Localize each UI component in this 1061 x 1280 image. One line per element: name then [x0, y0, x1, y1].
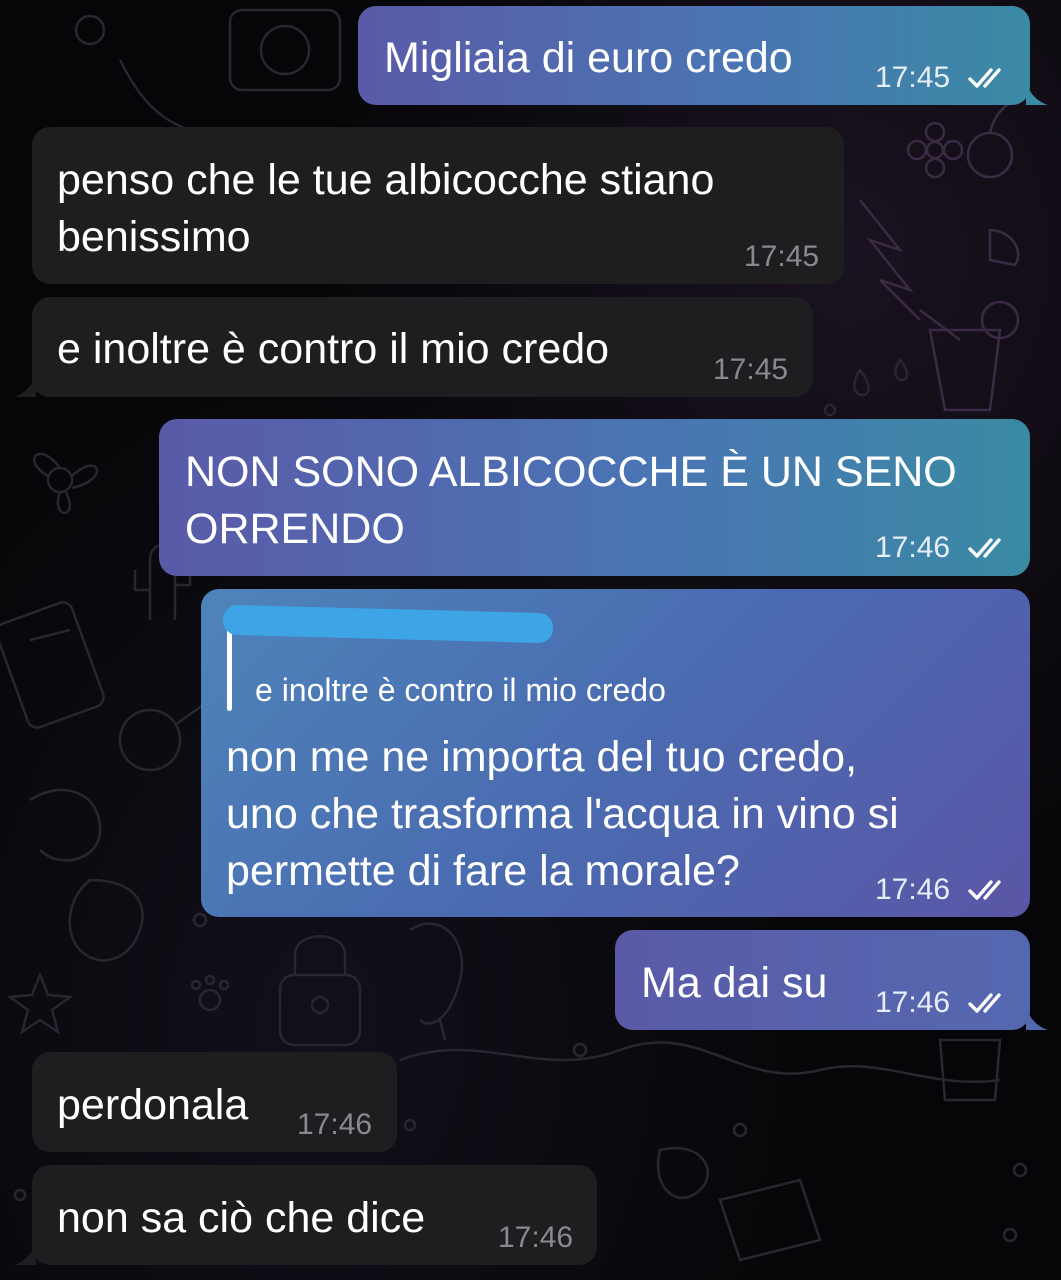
circle-doodle-icon [74, 14, 106, 46]
message-incoming[interactable]: non sa ciò che dice 17:46 [32, 1165, 597, 1265]
message-text: e inoltre è contro il mio credo [57, 325, 610, 373]
drop-doodle-icon [894, 357, 909, 382]
message-text: perdonala [57, 1081, 249, 1129]
message-text: Migliaia di euro credo [384, 34, 793, 82]
paw-doodle-icon [190, 974, 230, 1012]
message-time: 17:46 [498, 1221, 574, 1254]
lock-doodle-icon [278, 935, 362, 1047]
message-outgoing[interactable]: NON SONO ALBICOCCHE È UN SENO ORRENDO 17… [159, 419, 1030, 576]
suitcase-doodle-icon [0, 601, 105, 729]
wave-doodle-icon [399, 1041, 1001, 1084]
star-doodle-icon [6, 971, 74, 1035]
shell2-doodle-icon [656, 1146, 710, 1200]
leaf-doodle-icon [859, 199, 921, 321]
banana-doodle-icon [118, 59, 191, 132]
bird-doodle-icon [409, 922, 464, 1041]
message-outgoing-reply[interactable]: e inoltre è contro il mio credo non me n… [201, 589, 1030, 917]
dot-doodle-icon [1012, 1162, 1028, 1178]
bubble-tail [1026, 83, 1048, 105]
message-text-line: NON SONO ALBICOCCHE È UN SENO [185, 448, 957, 496]
dot-doodle-icon [572, 1042, 588, 1058]
double-check-icon [968, 880, 1001, 900]
double-check-icon [968, 993, 1001, 1013]
message-text: Ma dai su [641, 959, 828, 1007]
message-time: 17:45 [713, 353, 789, 386]
bottle-doodle-icon [718, 1178, 822, 1262]
message-time: 17:46 [875, 531, 951, 564]
guitar-doodle-icon [118, 698, 211, 772]
reply-quoted-text[interactable]: e inoltre è contro il mio credo [255, 673, 666, 707]
cherry-doodle-icon [966, 93, 1031, 179]
flower-doodle-icon [906, 121, 964, 179]
bubble-tail [14, 1243, 36, 1265]
message-outgoing[interactable]: Migliaia di euro credo 17:45 [358, 6, 1030, 105]
message-time: 17:45 [875, 61, 951, 94]
dot-doodle-icon [13, 1188, 27, 1202]
message-text-line: ORRENDO [185, 505, 405, 553]
message-text-line: benissimo [57, 213, 251, 261]
cup-doodle-icon [938, 1038, 1002, 1102]
camera-doodle-icon [228, 8, 342, 92]
dot-doodle-icon [1002, 1227, 1018, 1243]
bubble-tail [14, 375, 36, 397]
dot-doodle-icon [192, 912, 208, 928]
message-time: 17:46 [297, 1108, 373, 1141]
message-time: 17:46 [875, 873, 951, 906]
strawberry-doodle-icon [68, 878, 144, 962]
message-time: 17:45 [744, 240, 820, 273]
hibiscus-doodle-icon [33, 452, 99, 515]
drop-doodle-icon [853, 367, 870, 397]
dot-doodle-icon [823, 403, 837, 417]
redacted-author-name [222, 604, 554, 644]
message-incoming[interactable]: perdonala 17:46 [32, 1052, 397, 1152]
double-check-icon [968, 538, 1001, 558]
message-outgoing[interactable]: Ma dai su 17:46 [615, 930, 1030, 1030]
bubble-tail [1026, 1008, 1048, 1030]
message-time: 17:46 [875, 986, 951, 1019]
dot-doodle-icon [403, 1118, 417, 1132]
message-text-line: non me ne importa del tuo credo, [226, 733, 858, 781]
drink-doodle-icon [919, 300, 1020, 412]
message-text-line: uno che trasforma l'acqua in vino si [226, 790, 899, 838]
message-incoming[interactable]: penso che le tue albicocche stiano benis… [32, 127, 844, 284]
message-text: non sa ciò che dice [57, 1194, 426, 1242]
shell-doodle-icon [29, 788, 102, 862]
earbud-doodle-icon [988, 228, 1020, 267]
double-check-icon [968, 68, 1001, 88]
dot-doodle-icon [732, 1122, 748, 1138]
message-text-line: penso che le tue albicocche stiano [57, 156, 715, 204]
message-text-line: permette di fare la morale? [226, 847, 740, 895]
message-incoming[interactable]: e inoltre è contro il mio credo 17:45 [32, 297, 813, 397]
